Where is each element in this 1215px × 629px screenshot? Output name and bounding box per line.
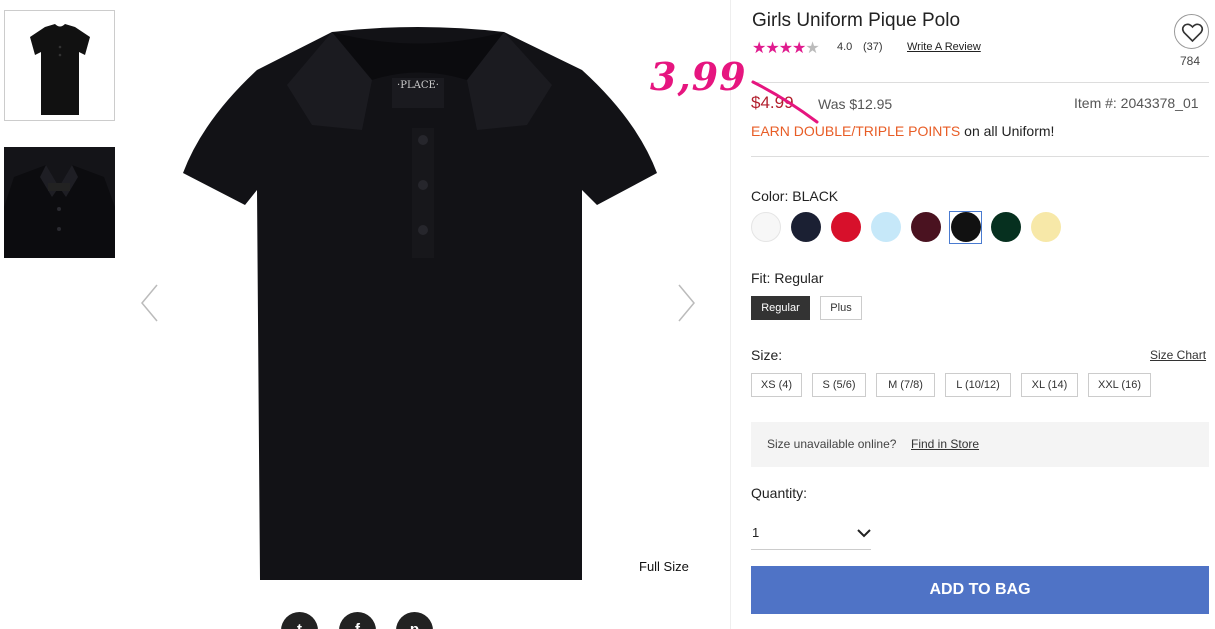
promo-text: on all Uniform! [960,123,1055,139]
facebook-share-button[interactable]: f [339,612,376,629]
quantity-label: Quantity: [751,485,808,501]
divider [751,156,1209,157]
favorites-count: 784 [1180,54,1201,68]
size-option-xl[interactable]: XL (14) [1021,373,1078,397]
star-filled-icon: ★ [792,40,806,57]
chevron-right-icon[interactable] [671,283,701,323]
color-swatch-white[interactable] [751,212,781,242]
size-option-s[interactable]: S (5/6) [812,373,866,397]
color-swatch-red[interactable] [831,212,861,242]
quantity-value: 1 [752,525,760,540]
star-filled-icon: ★ [752,40,766,57]
heart-icon [1181,23,1204,43]
color-swatch-black[interactable] [951,212,981,242]
chevron-left-icon[interactable] [137,283,167,323]
polo-collar-thumb-image [4,147,115,258]
color-label: Color: BLACK [751,188,839,204]
facebook-icon: f [339,621,376,629]
star-filled-icon: ★ [778,40,793,57]
thumbnail-front[interactable] [4,10,115,121]
favorite-button[interactable] [1174,14,1209,49]
color-swatch-dark-green[interactable] [991,212,1021,242]
was-price: Was $12.95 [818,96,893,112]
color-swatch-yellow[interactable] [1031,212,1061,242]
color-swatch-light-blue[interactable] [871,212,901,242]
product-title: Girls Uniform Pique Polo [752,10,961,31]
color-swatch-navy[interactable] [791,212,821,242]
twitter-share-button[interactable]: t [281,612,318,629]
item-number: Item #: 2043378_01 [1074,95,1199,111]
polo-shirt-image [183,27,657,580]
size-option-xxl[interactable]: XXL (16) [1088,373,1151,397]
color-swatch-burgundy[interactable] [911,212,941,242]
rating-value: 4.0 [837,41,853,53]
add-to-bag-button[interactable]: ADD TO BAG [751,566,1209,614]
size-option-m[interactable]: M (7/8) [876,373,935,397]
full-size-link[interactable]: Full Size [639,559,689,574]
brand-tag-text: ·PLACE· [397,80,439,91]
size-label: Size: [751,347,783,363]
star-rating: ★★★★★ [752,38,820,58]
star-empty-icon: ★ [805,40,819,57]
size-option-l[interactable]: L (10/12) [945,373,1011,397]
pinterest-icon: p [396,621,433,629]
quantity-select[interactable] [751,520,871,550]
twitter-icon: t [281,621,318,629]
fit-label: Fit: Regular [751,270,824,286]
handwritten-price-annotation: 3,99 [650,54,747,99]
star-filled-icon: ★ [765,40,779,57]
size-chart-link[interactable]: Size Chart [1150,348,1206,362]
polo-front-thumb-image [30,24,90,115]
fit-option-regular[interactable]: Regular [751,296,810,320]
strikethrough-annotation [751,80,819,124]
availability-text: Size unavailable online? [767,437,897,451]
write-review-link[interactable]: Write A Review [907,41,981,53]
size-option-xs[interactable]: XS (4) [751,373,802,397]
review-count[interactable]: (37) [863,41,883,53]
chevron-down-icon[interactable] [856,527,872,539]
pinterest-share-button[interactable]: p [396,612,433,629]
main-product-image[interactable]: ·PLACE· [127,10,710,593]
find-in-store-link[interactable]: Find in Store [911,437,979,451]
thumbnail-detail[interactable] [4,147,115,258]
fit-option-plus[interactable]: Plus [820,296,862,320]
